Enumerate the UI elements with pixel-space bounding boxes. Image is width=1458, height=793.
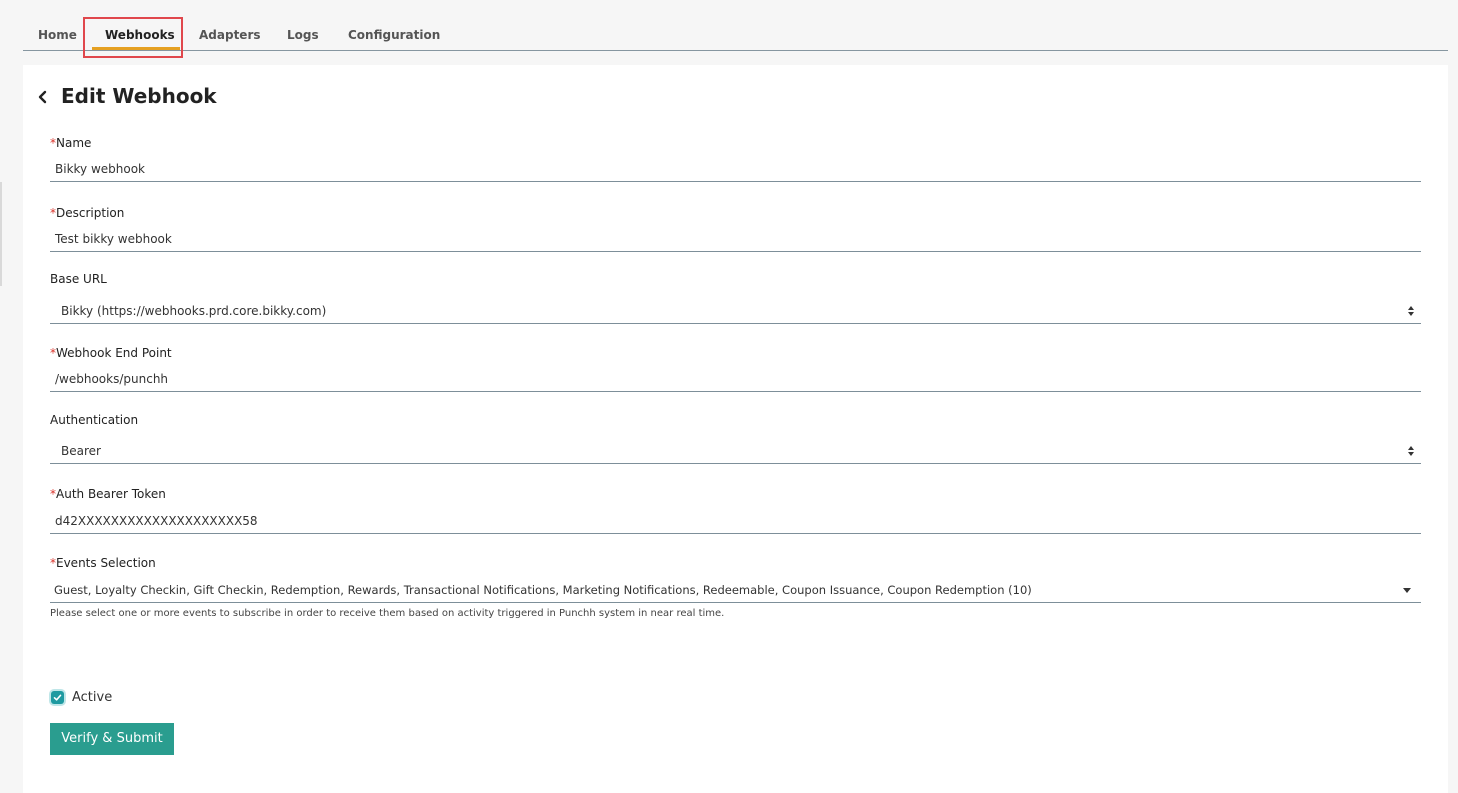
tab-adapters[interactable]: Adapters: [199, 22, 261, 50]
page-title: Edit Webhook: [61, 84, 217, 108]
chevron-left-icon[interactable]: [36, 89, 50, 105]
base-url-label: Base URL: [50, 272, 107, 286]
tab-configuration[interactable]: Configuration: [348, 22, 440, 50]
bearer-token-input[interactable]: d42XXXXXXXXXXXXXXXXXXXX58: [50, 508, 1421, 534]
description-input[interactable]: Test bikky webhook: [50, 226, 1421, 252]
description-value: Test bikky webhook: [55, 232, 172, 246]
bearer-token-label: *Auth Bearer Token: [50, 487, 166, 501]
edit-webhook-panel: Edit Webhook *Name Bikky webhook *Descri…: [23, 65, 1448, 793]
events-hint: Please select one or more events to subs…: [50, 608, 725, 619]
name-value: Bikky webhook: [55, 162, 146, 176]
sort-caret-icon: [1408, 446, 1414, 456]
base-url-value: Bikky (https://webhooks.prd.core.bikky.c…: [61, 304, 327, 318]
name-input[interactable]: Bikky webhook: [50, 156, 1421, 182]
endpoint-value: /webhooks/punchh: [55, 372, 169, 386]
highlight-box-webhooks-tab: [83, 17, 183, 58]
tab-home[interactable]: Home: [38, 22, 77, 50]
endpoint-label: *Webhook End Point: [50, 346, 172, 360]
verify-submit-button[interactable]: Verify & Submit: [50, 723, 174, 755]
base-url-select[interactable]: Bikky (https://webhooks.prd.core.bikky.c…: [50, 298, 1421, 324]
left-edge-divider: [0, 182, 2, 286]
active-checkbox[interactable]: [51, 691, 64, 704]
name-label: *Name: [50, 136, 92, 150]
endpoint-input[interactable]: /webhooks/punchh: [50, 366, 1421, 392]
sort-caret-icon: [1408, 306, 1414, 316]
active-label: Active: [72, 690, 113, 705]
events-label: *Events Selection: [50, 556, 156, 570]
authentication-value: Bearer: [61, 444, 101, 458]
bearer-token-value: d42XXXXXXXXXXXXXXXXXXXX58: [55, 514, 258, 528]
nav-tabs: Home Webhooks Adapters Logs Configuratio…: [23, 22, 1448, 51]
authentication-select[interactable]: Bearer: [50, 438, 1421, 464]
tab-logs[interactable]: Logs: [287, 22, 319, 50]
check-icon: [53, 694, 62, 701]
events-multiselect[interactable]: Guest, Loyalty Checkin, Gift Checkin, Re…: [50, 577, 1421, 603]
description-label: *Description: [50, 206, 125, 220]
events-value: Guest, Loyalty Checkin, Gift Checkin, Re…: [54, 583, 1032, 597]
authentication-label: Authentication: [50, 413, 139, 427]
chevron-down-icon: [1403, 588, 1411, 593]
